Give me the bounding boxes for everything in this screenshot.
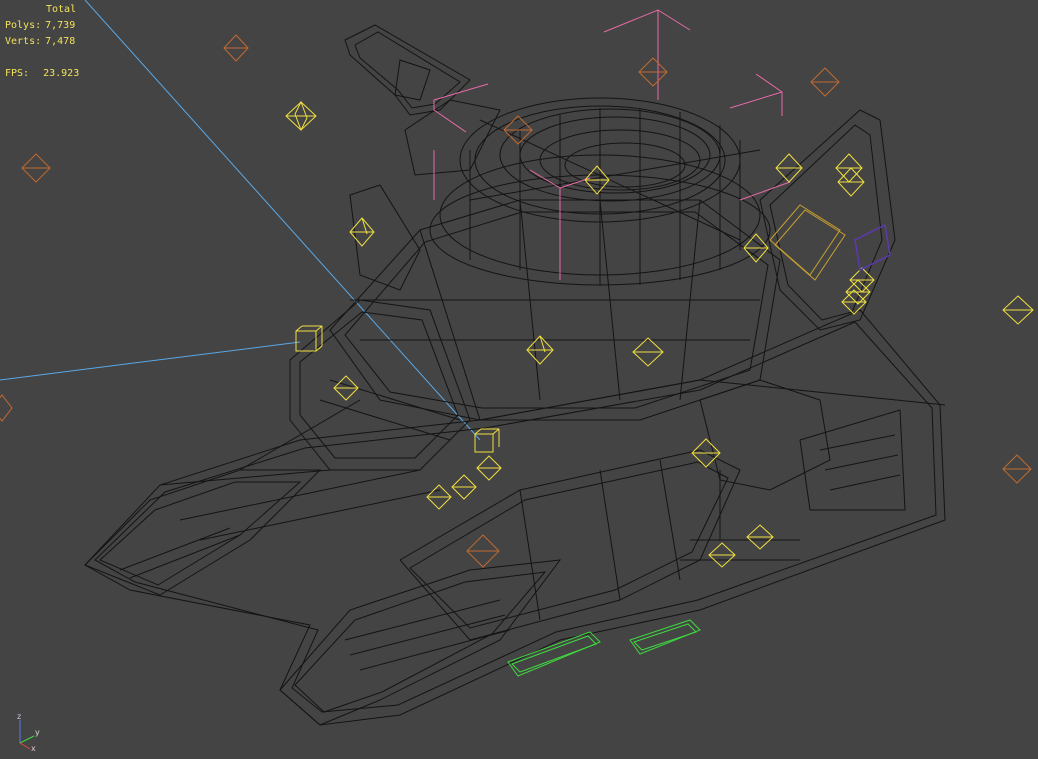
- selected-parts[interactable]: [507, 619, 701, 677]
- verts-label: Verts:: [5, 36, 42, 47]
- octahedron-helper-icon: [476, 455, 502, 481]
- octahedron-helper-icon: [746, 524, 774, 550]
- octahedron-helper-icon: [708, 542, 736, 568]
- octahedron-helper-icon: [837, 167, 865, 197]
- fps-label: FPS:: [5, 68, 30, 79]
- octahedron-helper-icon: [632, 337, 664, 367]
- helper-gizmos[interactable]: [285, 100, 1034, 568]
- gold-bounding-box[interactable]: [769, 204, 846, 281]
- octahedron-helper-icon: [426, 484, 452, 510]
- octahedron-helper-icon: [1002, 295, 1034, 325]
- fps-value: 23.923: [43, 68, 80, 79]
- polys-value: 7,739: [45, 20, 76, 31]
- stats-title: Total: [46, 4, 77, 15]
- octahedron-helper-icon: [841, 289, 867, 315]
- axis-tripod-icon: z y x: [17, 712, 40, 753]
- light-helper-icon: [466, 534, 500, 568]
- octahedron-helper-icon: [451, 474, 477, 500]
- light-helper-icon: [638, 57, 668, 87]
- light-helpers[interactable]: [0, 34, 1032, 568]
- axis-z-label: z: [17, 712, 21, 721]
- light-helper-icon: [810, 67, 840, 97]
- fps-readout: FPS: 23.923: [5, 66, 79, 82]
- polys-label: Polys:: [5, 20, 42, 31]
- octahedron-helper-icon: [775, 153, 803, 183]
- octahedron-helper-icon: [333, 375, 359, 401]
- light-helper-icon: [0, 394, 13, 422]
- wireframe-scene[interactable]: [0, 0, 1038, 759]
- octahedron-helper-icon: [285, 100, 317, 132]
- verts-value: 7,478: [45, 36, 76, 47]
- cube-helper-icon: [474, 428, 500, 453]
- octahedron-helper-icon: [845, 279, 871, 305]
- light-helper-icon: [223, 34, 249, 62]
- octahedron-helper-icon: [835, 153, 863, 183]
- light-helper-icon: [21, 153, 51, 183]
- camera-brackets[interactable]: [433, 9, 791, 280]
- verts-readout: Verts: 7,478: [5, 34, 75, 50]
- 3d-viewport[interactable]: Total Polys: 7,739 Verts: 7,478 FPS: 23.923…: [0, 0, 1038, 759]
- polys-readout: Polys: 7,739: [5, 18, 75, 34]
- light-helper-icon: [1002, 454, 1032, 484]
- axis-y-label: y: [35, 728, 40, 737]
- axis-x-label: x: [31, 744, 36, 753]
